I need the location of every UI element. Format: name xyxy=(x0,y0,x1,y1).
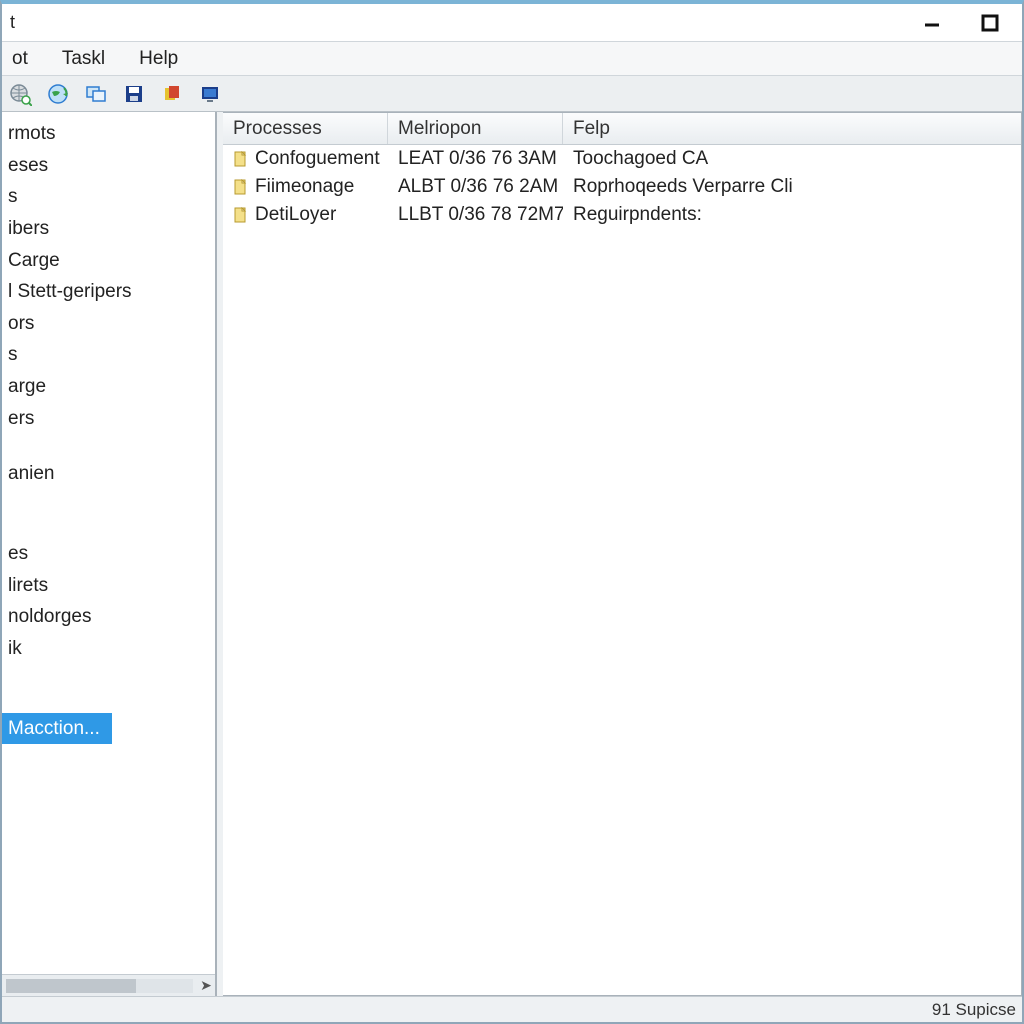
app-window: t ot Taskl Help xyxy=(0,0,1024,1024)
sidebar-item[interactable]: noldorges xyxy=(2,601,215,633)
hscroll-right-arrow[interactable]: ➤ xyxy=(197,977,215,994)
sidebar-item[interactable]: rmots xyxy=(2,118,215,150)
sidebar-item[interactable]: anien xyxy=(2,458,215,490)
toolbar-shield-stack[interactable] xyxy=(156,79,188,109)
cell-name: Fiimeonage xyxy=(223,176,388,198)
sidebar-item[interactable]: es xyxy=(2,538,215,570)
main-panel: Processes Melriopon Felp ConfoguementLEA… xyxy=(223,112,1022,996)
sidebar-item-selected[interactable]: Macction... xyxy=(2,713,112,745)
cell-col2: LEAT 0/36 76 3AM xyxy=(388,148,563,170)
sidebar-item[interactable]: lirets xyxy=(2,570,215,602)
cell-col2: LLBT 0/36 78 72M7 xyxy=(388,204,563,226)
sidebar-hscroll[interactable]: ➤ xyxy=(2,974,215,996)
body: rmotsesessibers Cargel Stett-geripersors… xyxy=(2,112,1022,996)
minimize-button[interactable] xyxy=(912,10,952,36)
sidebar-item[interactable]: eses xyxy=(2,150,215,182)
cell-col2: ALBT 0/36 76 2AM xyxy=(388,176,563,198)
menubar: ot Taskl Help xyxy=(2,42,1022,76)
sidebar: rmotsesessibers Cargel Stett-geripersors… xyxy=(2,112,217,996)
sidebar-item[interactable]: s xyxy=(2,181,215,213)
save-icon xyxy=(122,82,146,106)
status-right: 91 Supicse xyxy=(932,1000,1016,1020)
file-icon xyxy=(233,207,249,223)
shield-stack-icon xyxy=(160,82,184,106)
hscroll-thumb[interactable] xyxy=(6,979,136,993)
sidebar-item[interactable]: arge xyxy=(2,371,215,403)
col-processes[interactable]: Processes xyxy=(223,113,388,144)
sidebar-item[interactable]: ors xyxy=(2,308,215,340)
col-melriopon[interactable]: Melriopon xyxy=(388,113,563,144)
toolbar-monitor[interactable] xyxy=(194,79,226,109)
globe-search-icon xyxy=(8,82,32,106)
monitor-icon xyxy=(198,82,222,106)
minimize-icon xyxy=(922,13,942,33)
cell-col3: Toochagoed CA xyxy=(563,148,1021,170)
sidebar-item[interactable]: ibers xyxy=(2,213,215,245)
sidebar-item[interactable]: Carge xyxy=(2,245,215,277)
sidebar-item[interactable] xyxy=(2,434,215,458)
file-icon xyxy=(233,179,249,195)
hscroll-track[interactable] xyxy=(6,979,193,993)
globe-refresh-icon xyxy=(46,82,70,106)
menu-ot[interactable]: ot xyxy=(6,46,34,72)
cell-col3: Reguirpndents: xyxy=(563,204,1021,226)
window-title: t xyxy=(8,12,15,33)
sidebar-item[interactable]: ers xyxy=(2,403,215,435)
toolbar xyxy=(2,76,1022,112)
table-row[interactable]: FiimeonageALBT 0/36 76 2AMRoprhoqeeds Ve… xyxy=(223,173,1021,201)
cell-col3: Roprhoqeeds Verparre Cli xyxy=(563,176,1021,198)
maximize-button[interactable] xyxy=(970,10,1010,36)
statusbar: 91 Supicse xyxy=(2,996,1022,1022)
sidebar-item[interactable] xyxy=(2,689,215,713)
toolbar-save[interactable] xyxy=(118,79,150,109)
menu-help[interactable]: Help xyxy=(133,46,184,72)
list-header: Processes Melriopon Felp xyxy=(223,113,1021,145)
window-controls xyxy=(912,10,1016,36)
col-felp[interactable]: Felp xyxy=(563,113,1021,144)
sidebar-tree[interactable]: rmotsesessibers Cargel Stett-geripersors… xyxy=(2,112,215,974)
file-icon xyxy=(233,151,249,167)
list-rows[interactable]: ConfoguementLEAT 0/36 76 3AMToochagoed C… xyxy=(223,145,1021,995)
titlebar: t xyxy=(2,4,1022,42)
toolbar-globe-search[interactable] xyxy=(4,79,36,109)
menu-taskl[interactable]: Taskl xyxy=(56,46,111,72)
sidebar-item[interactable]: l Stett-geripers xyxy=(2,276,215,308)
sidebar-item[interactable]: ik xyxy=(2,633,215,665)
sidebar-item[interactable] xyxy=(2,665,215,689)
cell-name: DetiLoyer xyxy=(223,204,388,226)
sidebar-item[interactable]: s xyxy=(2,339,215,371)
table-row[interactable]: ConfoguementLEAT 0/36 76 3AMToochagoed C… xyxy=(223,145,1021,173)
sidebar-item[interactable] xyxy=(2,514,215,538)
sidebar-item[interactable] xyxy=(2,490,215,514)
table-row[interactable]: DetiLoyerLLBT 0/36 78 72M7Reguirpndents: xyxy=(223,201,1021,229)
window-tile-icon xyxy=(84,82,108,106)
toolbar-window-tile[interactable] xyxy=(80,79,112,109)
maximize-icon xyxy=(980,13,1000,33)
toolbar-globe-refresh[interactable] xyxy=(42,79,74,109)
cell-name: Confoguement xyxy=(223,148,388,170)
